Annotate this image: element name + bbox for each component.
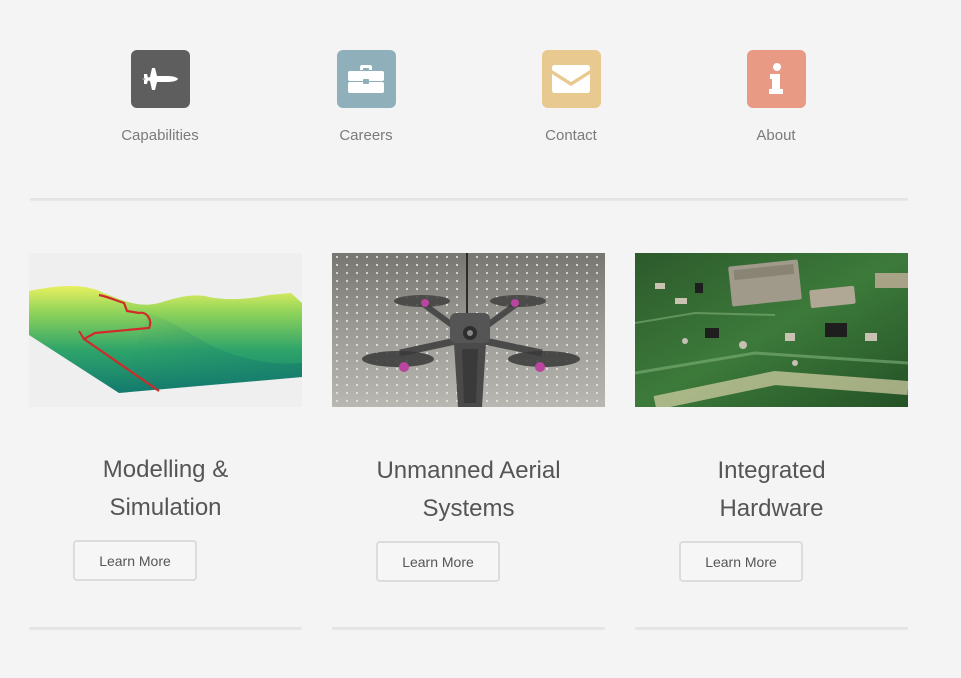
card-title-line: Simulation xyxy=(109,494,222,521)
quadcopter-drone-image[interactable] xyxy=(332,253,605,407)
fighter-jet-icon xyxy=(130,50,190,108)
learn-more-button[interactable]: Learn More xyxy=(73,540,197,581)
circuit-board-image[interactable] xyxy=(635,253,908,407)
card-title-line: Modelling & xyxy=(102,456,229,483)
learn-more-button[interactable]: Learn More xyxy=(679,541,803,582)
nav-label: Capabilities xyxy=(121,127,199,144)
card-modelling-simulation: Modelling & Simulation Learn More xyxy=(29,253,302,629)
envelope-icon xyxy=(541,50,601,108)
nav-item-capabilities[interactable]: Capabilities xyxy=(80,50,240,144)
card-title-line: Systems xyxy=(422,495,515,522)
briefcase-icon xyxy=(336,50,396,108)
card-divider xyxy=(332,627,605,629)
page: Capabilities Careers Contact About Model… xyxy=(0,0,961,678)
nav-item-careers[interactable]: Careers xyxy=(286,50,446,144)
card-divider xyxy=(635,627,908,629)
card-integrated-hardware: Integrated Hardware Learn More xyxy=(635,253,908,629)
nav-item-about[interactable]: About xyxy=(696,50,856,144)
card-divider xyxy=(29,627,302,629)
learn-more-button[interactable]: Learn More xyxy=(376,541,500,582)
card-title-line: Hardware xyxy=(719,495,824,522)
nav-label: Contact xyxy=(545,127,597,144)
section-divider xyxy=(30,198,908,200)
nav-label: Careers xyxy=(339,127,393,144)
nav-label: About xyxy=(756,127,796,144)
nav-item-contact[interactable]: Contact xyxy=(491,50,651,144)
card-unmanned-aerial-systems: Unmanned Aerial Systems Learn More xyxy=(332,253,605,629)
card-title-line: Unmanned Aerial xyxy=(376,457,561,484)
info-icon xyxy=(746,50,806,108)
card-title-line: Integrated xyxy=(717,457,826,484)
terrain-simulation-image[interactable] xyxy=(29,253,302,407)
